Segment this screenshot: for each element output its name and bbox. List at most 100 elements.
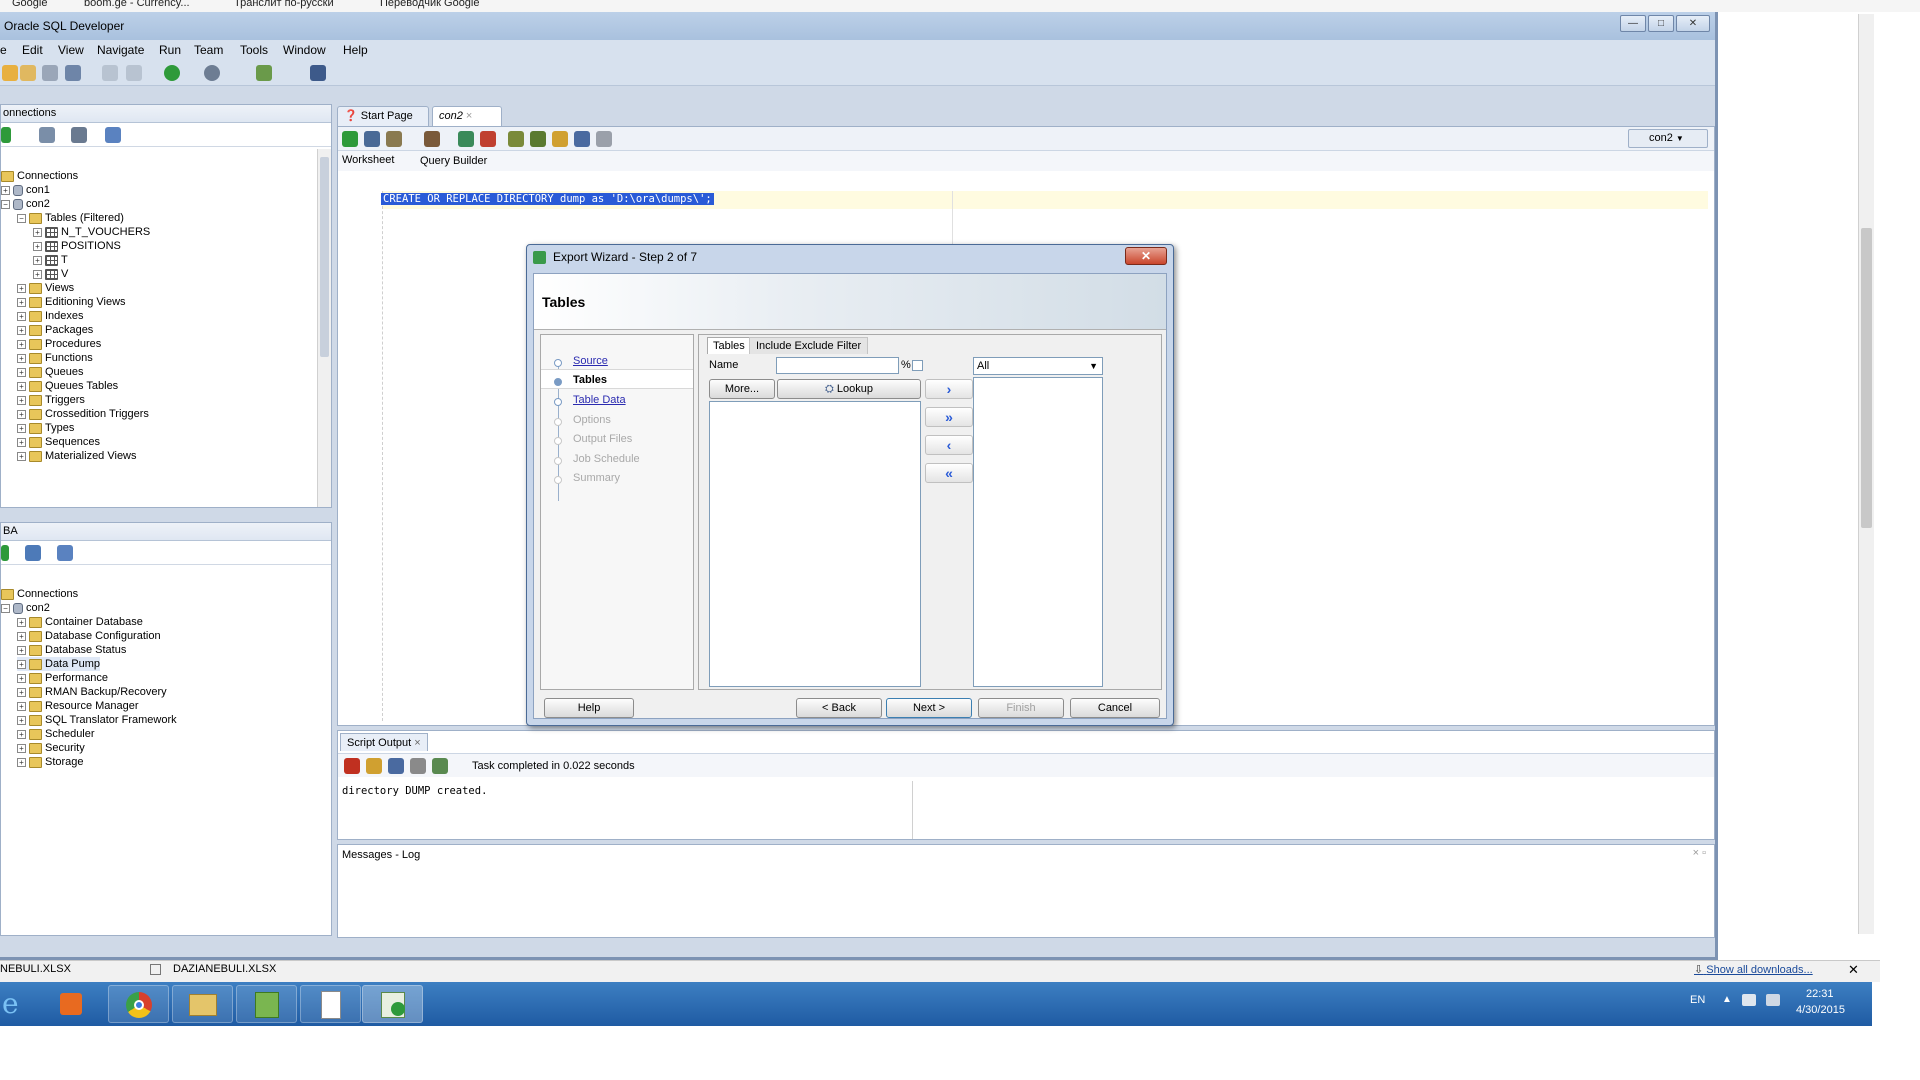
undo-icon[interactable] <box>102 65 118 81</box>
wildcard-checkbox[interactable] <box>912 360 923 371</box>
expand-icon[interactable]: + <box>17 757 26 767</box>
tree-item[interactable]: + Indexes <box>17 309 84 323</box>
expand-icon[interactable]: − <box>17 213 26 223</box>
download-item[interactable]: DAZIANEBULI.XLSX <box>150 963 276 975</box>
tab-worksheet[interactable]: Worksheet <box>342 154 394 166</box>
tree-item[interactable]: + Resource Manager <box>17 699 139 713</box>
move-all-left-button[interactable]: « <box>925 463 973 483</box>
add-icon[interactable] <box>1 545 9 561</box>
menu-run[interactable]: Run <box>159 43 181 57</box>
language-indicator[interactable]: EN <box>1690 994 1705 1006</box>
messages-close-icon[interactable]: × ▫ <box>1693 847 1706 859</box>
tree-item[interactable]: + Scheduler <box>17 727 95 741</box>
connection-select[interactable]: con2 ▼ <box>1628 129 1708 148</box>
close-downloads-icon[interactable]: ✕ <box>1848 962 1859 978</box>
expand-icon[interactable]: + <box>17 451 26 461</box>
tab-include-exclude-filter[interactable]: Include Exclude Filter <box>749 337 869 354</box>
filter-icon[interactable] <box>71 127 87 143</box>
more-button[interactable]: More... <box>709 379 775 399</box>
save-output-icon[interactable] <box>388 758 404 774</box>
move-right-button[interactable]: › <box>925 379 973 399</box>
run-script-icon[interactable] <box>364 131 380 147</box>
expand-icon[interactable]: + <box>17 617 26 627</box>
expand-icon[interactable]: + <box>33 255 42 265</box>
rollback-icon[interactable] <box>424 131 440 147</box>
expand-icon[interactable]: + <box>17 659 26 669</box>
run-statement-icon[interactable] <box>342 131 358 147</box>
eraser-icon[interactable] <box>552 131 568 147</box>
back-button[interactable]: < Back <box>796 698 882 718</box>
print-icon[interactable] <box>410 758 426 774</box>
tree-item[interactable]: + V <box>33 267 68 281</box>
tree-item[interactable]: + Materialized Views <box>17 449 137 463</box>
expand-icon[interactable]: + <box>1 185 10 195</box>
expand-icon[interactable]: − <box>1 603 10 613</box>
network-icon[interactable] <box>1766 994 1780 1006</box>
add-connection-icon[interactable] <box>1 127 11 143</box>
clock-time[interactable]: 22:31 <box>1806 988 1834 1000</box>
tab-tables[interactable]: Tables <box>707 337 751 354</box>
tree-item[interactable]: + Storage <box>17 755 84 769</box>
browser-scrollbar[interactable] <box>1858 14 1874 934</box>
menu-edit[interactable]: Edit <box>22 43 43 57</box>
new-icon[interactable] <box>2 65 18 81</box>
expand-icon[interactable]: + <box>17 395 26 405</box>
tree-item[interactable]: + Editioning Views <box>17 295 126 309</box>
expand-icon[interactable]: + <box>17 729 26 739</box>
expand-icon[interactable]: + <box>17 325 26 335</box>
menu-file[interactable]: e <box>0 43 7 57</box>
expand-icon[interactable]: − <box>1 199 10 209</box>
refresh-icon[interactable] <box>39 127 55 143</box>
notepad-icon[interactable] <box>300 985 361 1023</box>
filter-select[interactable]: All ▼ <box>973 357 1103 375</box>
expand-icon[interactable]: + <box>17 687 26 697</box>
selected-tables-list[interactable] <box>973 377 1103 687</box>
media-player-icon[interactable] <box>46 985 102 1023</box>
tree-item[interactable]: + Functions <box>17 351 93 365</box>
menu-window[interactable]: Window <box>283 43 326 57</box>
tree-item[interactable]: − con2 <box>1 601 50 615</box>
schema-browser-icon[interactable] <box>105 127 121 143</box>
step-tables[interactable]: Tables <box>573 374 607 386</box>
flag-icon[interactable] <box>1742 994 1756 1006</box>
bookmark-translate[interactable]: Переводчик Google <box>380 0 480 9</box>
binoculars-icon[interactable] <box>310 65 326 81</box>
tree-item[interactable]: + Triggers <box>17 393 85 407</box>
explain-icon[interactable] <box>458 131 474 147</box>
expand-icon[interactable]: + <box>33 269 42 279</box>
clear-icon[interactable] <box>508 131 524 147</box>
expand-icon[interactable]: + <box>17 673 26 683</box>
step-table-data[interactable]: Table Data <box>573 394 626 406</box>
tree-item[interactable]: + Performance <box>17 671 108 685</box>
minimize-button[interactable]: — <box>1620 15 1646 32</box>
expand-icon[interactable]: + <box>17 743 26 753</box>
autotrace-icon[interactable] <box>480 131 496 147</box>
expand-icon[interactable]: + <box>33 227 42 237</box>
tree-item[interactable]: + Packages <box>17 323 93 337</box>
expand-icon[interactable]: + <box>17 283 26 293</box>
tree-item[interactable]: + Crossedition Triggers <box>17 407 149 421</box>
bookmark-boom[interactable]: boom.ge - Currency... <box>84 0 190 9</box>
tab-con2[interactable]: con2 × <box>432 106 502 126</box>
available-tables-list[interactable] <box>709 401 921 687</box>
menu-help[interactable]: Help <box>343 43 368 57</box>
expand-icon[interactable]: + <box>17 715 26 725</box>
history-icon[interactable] <box>596 131 612 147</box>
tree-item[interactable]: + Views <box>17 281 74 295</box>
tree-item[interactable]: + Container Database <box>17 615 143 629</box>
pin-icon[interactable] <box>344 758 360 774</box>
dba-tree-root[interactable]: Connections <box>1 587 78 601</box>
tree-item[interactable]: − Tables (Filtered) <box>17 211 124 225</box>
tree-root-connections[interactable]: Connections <box>1 169 78 183</box>
maximize-button[interactable]: □ <box>1648 15 1674 32</box>
forward-icon[interactable] <box>204 65 220 81</box>
next-button[interactable]: Next > <box>886 698 972 718</box>
format-icon[interactable] <box>574 131 590 147</box>
tree-item[interactable]: + T <box>33 253 68 267</box>
export-icon[interactable] <box>432 758 448 774</box>
tree-item[interactable]: + Sequences <box>17 435 100 449</box>
back-icon[interactable] <box>164 65 180 81</box>
lookup-button[interactable]: ⛭ Lookup <box>777 379 921 399</box>
step-source[interactable]: Source <box>573 355 608 367</box>
help-button[interactable]: Help <box>544 698 634 718</box>
